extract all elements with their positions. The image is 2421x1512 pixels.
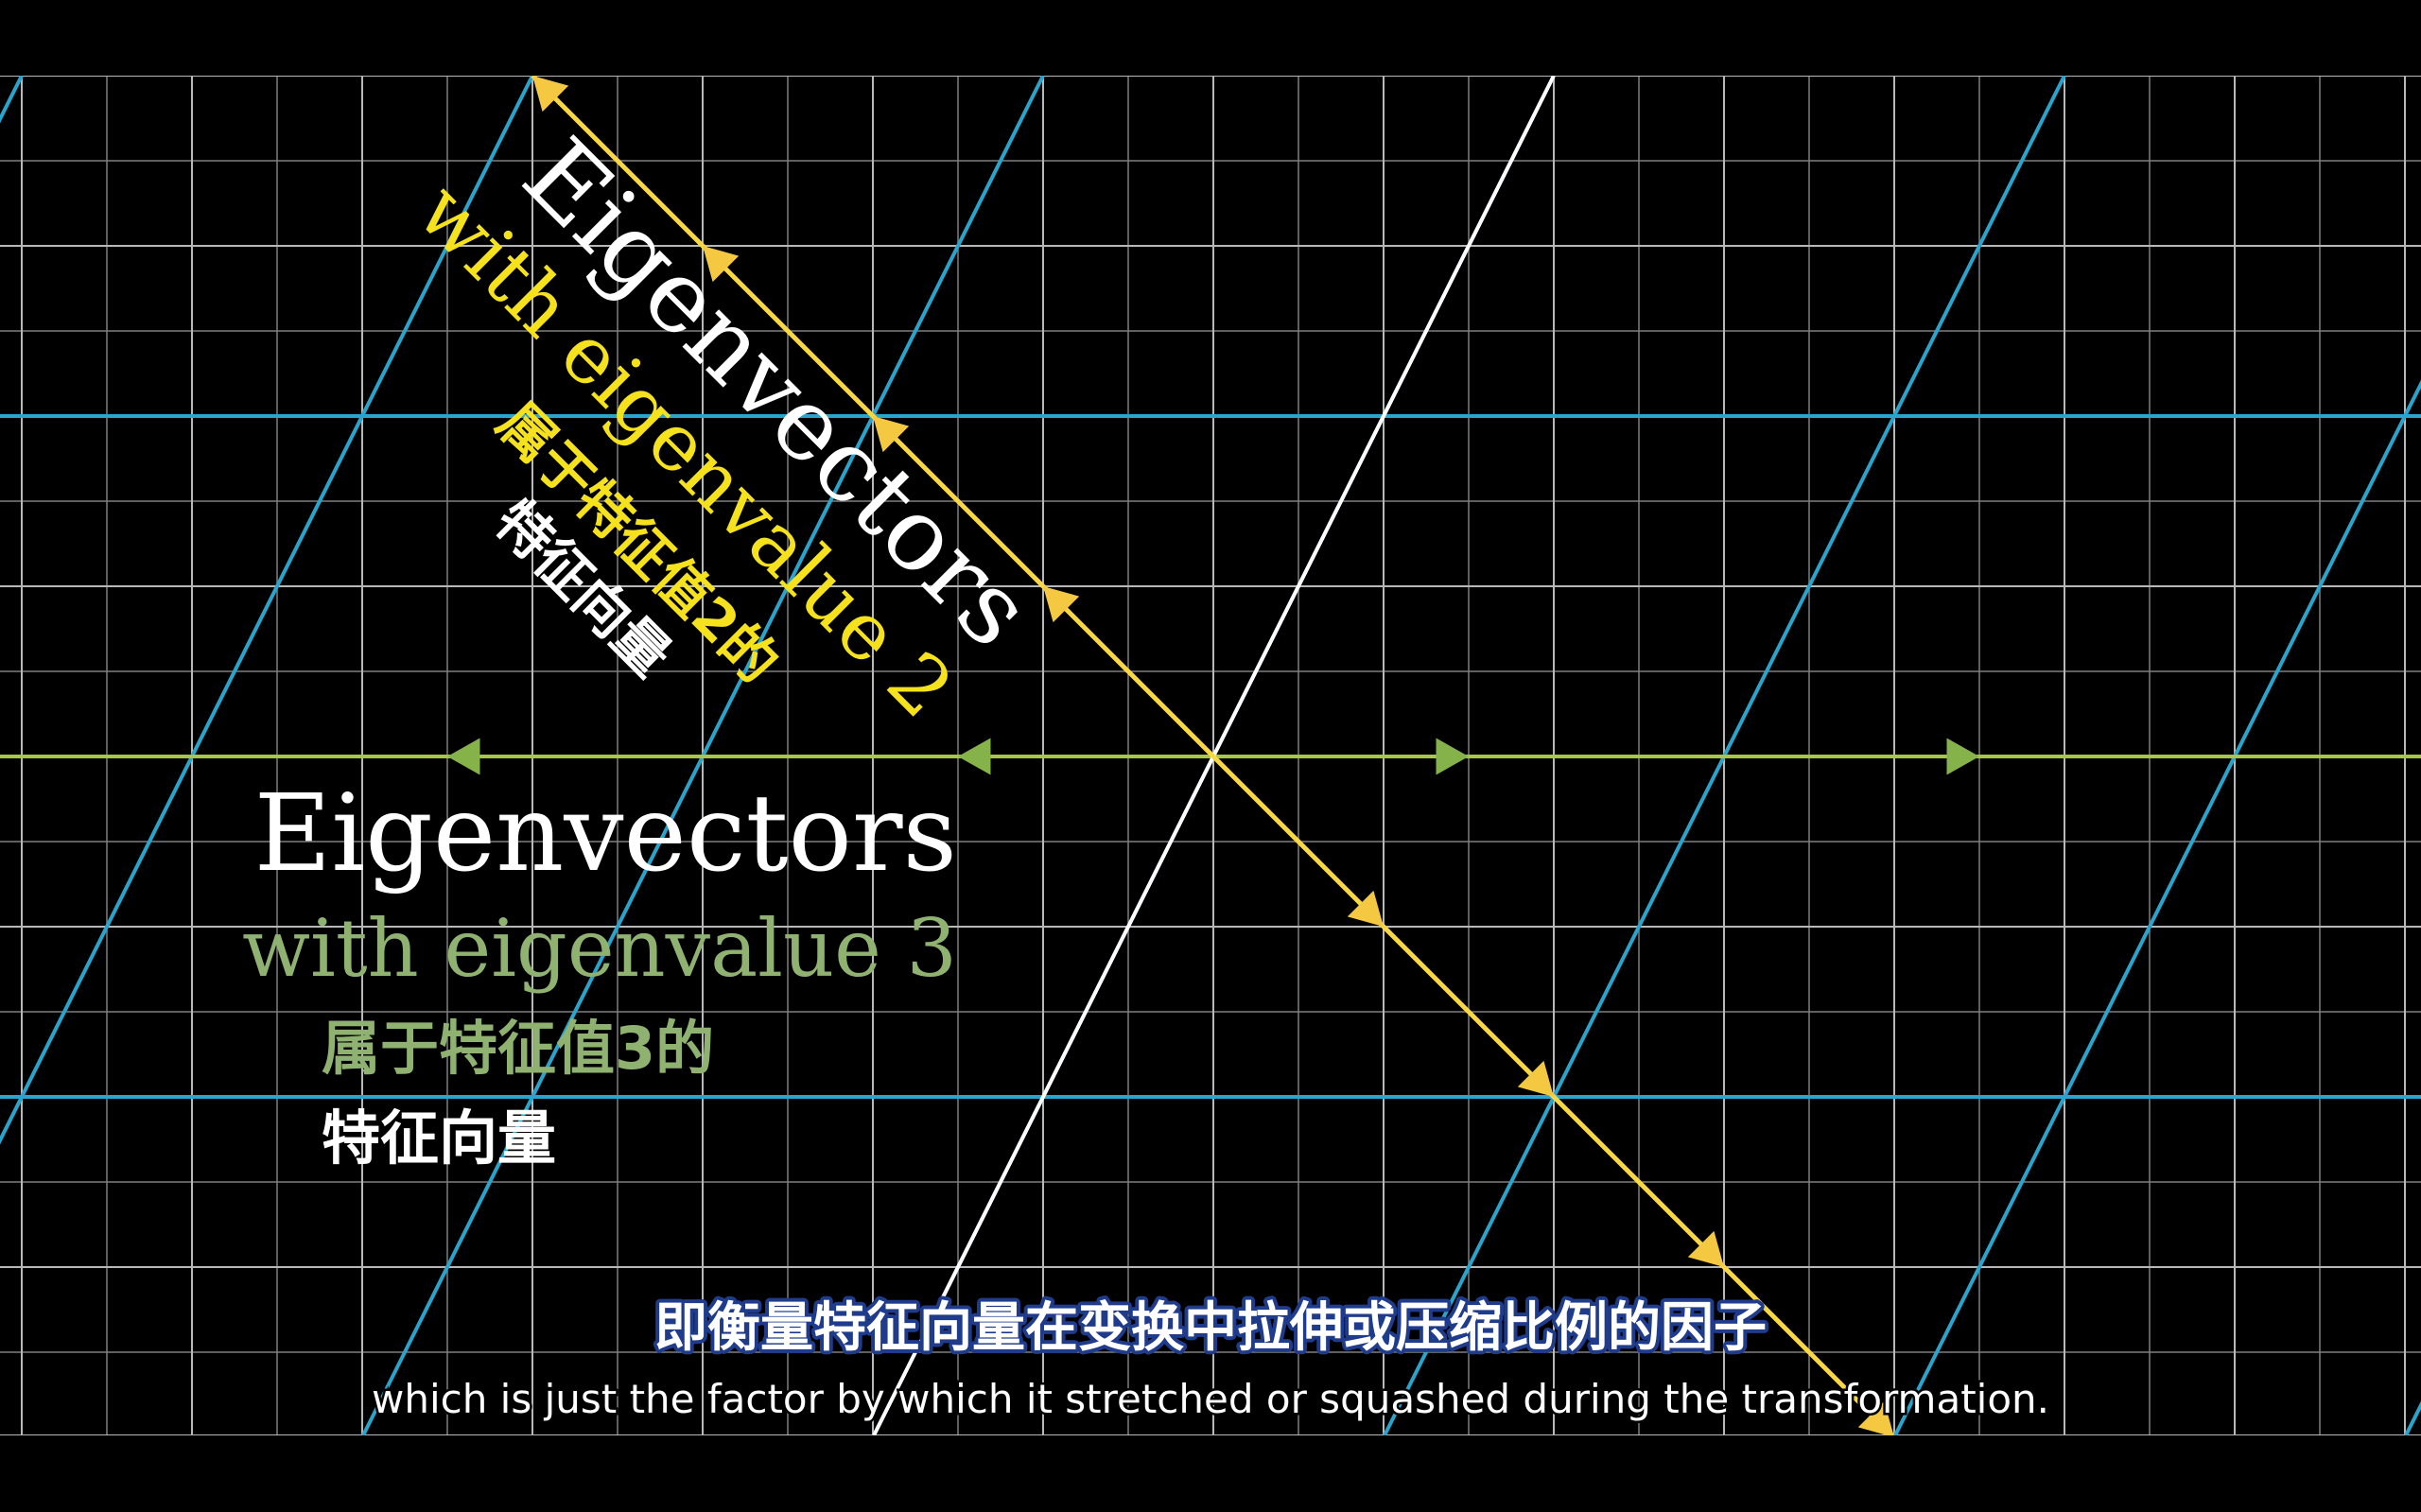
- eigen3-cn-line2: 特征向量: [322, 1104, 556, 1173]
- eigen3-title: Eigenvectors: [254, 773, 957, 895]
- video-frame: Eigenvectors with eigenvalue 2 属于特征值2的 特…: [0, 0, 2421, 1512]
- subtitle-zh: 即衡量特征向量在变换中拉伸或压缩比例的因子: [654, 1297, 1767, 1359]
- eigen3-subtitle: with eigenvalue 3: [242, 902, 957, 995]
- subtitle-en: which is just the factor by which it str…: [372, 1376, 2049, 1422]
- eigen3-cn-line1: 属于特征值3的: [322, 1014, 714, 1083]
